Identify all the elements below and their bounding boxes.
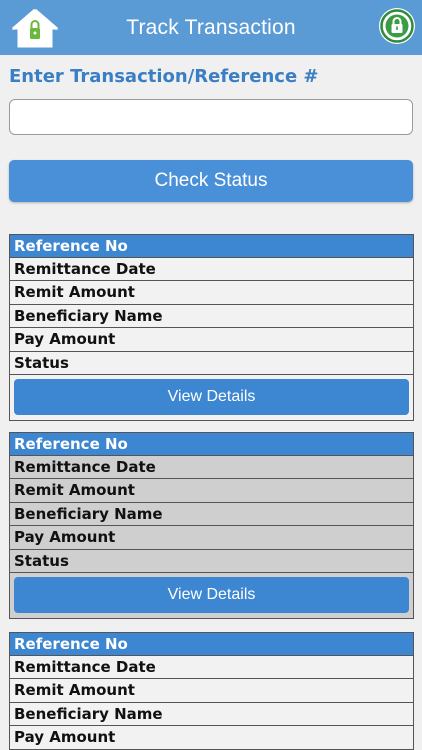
- page-title: Track Transaction: [126, 15, 296, 39]
- transaction-card: Reference No Remittance Date Remit Amoun…: [9, 432, 414, 619]
- card-row-remit-amount: Remit Amount: [10, 679, 413, 703]
- card-row-remit-amount: Remit Amount: [10, 479, 413, 503]
- card-header-reference: Reference No: [10, 633, 413, 656]
- card-header-reference: Reference No: [10, 235, 413, 258]
- app-header: Track Transaction: [0, 0, 422, 55]
- card-row-remittance-date: Remittance Date: [10, 456, 413, 480]
- card-row-beneficiary-name: Beneficiary Name: [10, 304, 413, 329]
- card-row-beneficiary-name: Beneficiary Name: [10, 502, 413, 527]
- transaction-card: Reference No Remittance Date Remit Amoun…: [9, 632, 414, 750]
- card-row-pay-amount: Pay Amount: [10, 726, 413, 750]
- transaction-label: Enter Transaction/Reference #: [9, 66, 319, 87]
- card-row-status: Status: [10, 351, 413, 375]
- card-row-beneficiary-name: Beneficiary Name: [10, 702, 413, 727]
- view-details-button[interactable]: View Details: [14, 378, 409, 415]
- card-footer: View Details: [10, 374, 413, 420]
- lock-icon: [380, 9, 414, 43]
- card-row-status: Status: [10, 549, 413, 573]
- card-row-remit-amount: Remit Amount: [10, 281, 413, 305]
- home-icon: [11, 8, 59, 48]
- transaction-card: Reference No Remittance Date Remit Amoun…: [9, 234, 414, 421]
- view-details-button[interactable]: View Details: [14, 576, 409, 613]
- transaction-input[interactable]: [9, 99, 413, 135]
- card-header-reference: Reference No: [10, 433, 413, 456]
- card-row-remittance-date: Remittance Date: [10, 656, 413, 680]
- lock-button[interactable]: [379, 8, 415, 44]
- card-row-pay-amount: Pay Amount: [10, 328, 413, 352]
- card-row-remittance-date: Remittance Date: [10, 258, 413, 282]
- card-row-pay-amount: Pay Amount: [10, 526, 413, 550]
- home-button[interactable]: [10, 6, 60, 50]
- check-status-button[interactable]: Check Status: [9, 160, 413, 202]
- card-footer: View Details: [10, 572, 413, 618]
